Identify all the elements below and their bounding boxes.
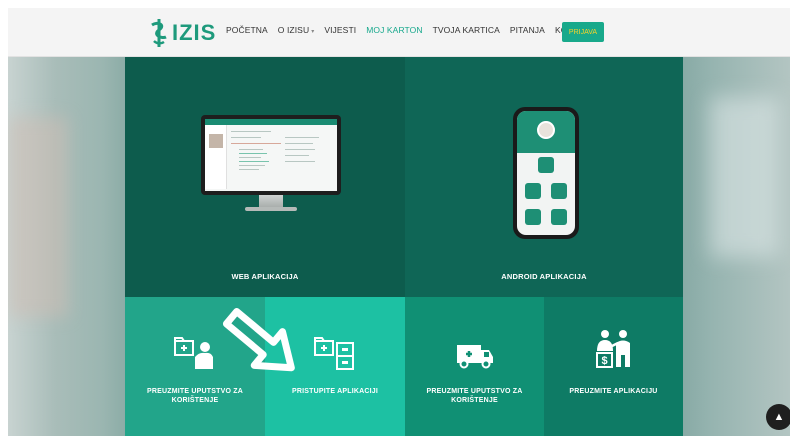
nav-item-o-izisu-label: O IZISU <box>277 25 310 35</box>
people-money-icon: $ <box>595 330 630 368</box>
monitor-illustration <box>201 115 341 215</box>
nav-item-tvoja-kartica[interactable]: TVOJA KARTICA <box>433 25 500 35</box>
page-frame: IZIS POČETNA O IZISU ▾ VIJESTI MOJ KARTON… <box>8 8 790 436</box>
scroll-to-top-button[interactable]: ▲ <box>766 404 790 430</box>
chevron-down-icon: ▾ <box>311 29 315 35</box>
logo[interactable]: IZIS <box>148 17 216 49</box>
login-button[interactable]: PRIJAVA <box>562 22 604 42</box>
nav-item-moj-karton[interactable]: MOJ KARTON <box>366 25 422 35</box>
web-app-label: WEB APLIKACIJA <box>231 272 299 281</box>
card-label: PREUZMITE UPUTSTVO ZA KORIŠTENJE <box>147 388 243 404</box>
chevron-up-icon: ▲ <box>773 411 785 423</box>
nav-item-pitanja[interactable]: PITANJA <box>510 25 545 35</box>
caduceus-logo-icon <box>151 19 167 47</box>
card-android-manual[interactable]: PREUZMITE UPUTSTVO ZA KORIŠTENJE <box>405 297 544 436</box>
brand-name: IZIS <box>172 20 217 45</box>
svg-text:$: $ <box>601 355 607 367</box>
web-app-panel[interactable]: WEB APLIKACIJA <box>125 57 405 297</box>
pointer-arrow-icon <box>222 308 295 372</box>
nav-item-vijesti[interactable]: VIJESTI <box>324 25 356 35</box>
card-download-app[interactable]: $ PREUZMITE APLIKACIJU <box>544 297 683 436</box>
android-app-panel[interactable]: ANDROID APLIKACIJA <box>405 57 683 297</box>
main-nav: POČETNA O IZISU ▾ VIJESTI MOJ KARTON TVOJ… <box>226 25 605 35</box>
card-label: PREUZMITE UPUTSTVO ZA KORIŠTENJE <box>426 388 523 404</box>
phone-illustration <box>513 107 579 239</box>
card-label: PRISTUPITE APLIKACIJI <box>291 388 378 395</box>
nav-item-pocetna[interactable]: POČETNA <box>226 25 268 35</box>
folder-cabinet-icon <box>314 337 354 370</box>
nav-item-o-izisu[interactable]: O IZISU ▾ <box>278 25 315 35</box>
card-label: PREUZMITE APLIKACIJU <box>569 388 658 395</box>
ambulance-icon <box>456 345 493 369</box>
folder-person-icon <box>174 337 213 369</box>
android-app-label: ANDROID APLIKACIJA <box>501 272 587 281</box>
site-header: IZIS POČETNA O IZISU ▾ VIJESTI MOJ KARTON… <box>8 8 790 57</box>
